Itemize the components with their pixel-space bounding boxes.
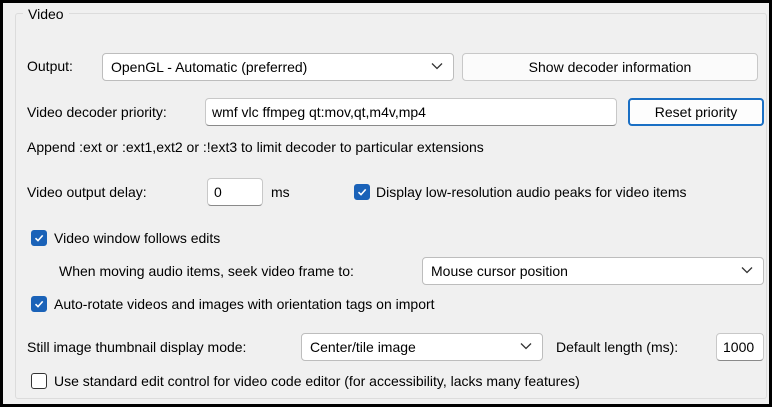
default-length-value: 1000	[723, 339, 755, 355]
default-length-label: Default length (ms):	[556, 339, 679, 355]
checkmark-icon	[34, 234, 44, 242]
output-delay-input[interactable]: 0	[207, 178, 263, 206]
output-select[interactable]: OpenGL - Automatic (preferred)	[102, 53, 454, 81]
reset-priority-label: Reset priority	[654, 104, 738, 120]
show-decoder-info-button[interactable]: Show decoder information	[462, 53, 758, 81]
output-select-value: OpenGL - Automatic (preferred)	[111, 59, 308, 75]
seek-frame-select[interactable]: Mouse cursor position	[422, 257, 764, 285]
output-delay-unit: ms	[271, 184, 290, 200]
standard-edit-control-checkbox[interactable]	[31, 373, 47, 389]
output-label: Output:	[27, 58, 73, 74]
thumbnail-mode-select-value: Center/tile image	[310, 339, 416, 355]
default-length-input[interactable]: 1000	[716, 333, 764, 361]
chevron-down-icon	[431, 63, 443, 70]
chevron-down-icon	[520, 343, 532, 350]
decoder-hint-text: Append :ext or :ext1,ext2 or :!ext3 to l…	[27, 139, 484, 155]
seek-frame-select-value: Mouse cursor position	[431, 263, 568, 279]
window-follows-edits-checkbox[interactable]	[31, 230, 47, 246]
thumbnail-mode-select[interactable]: Center/tile image	[301, 333, 543, 361]
low-res-peaks-checkbox[interactable]	[354, 184, 370, 200]
auto-rotate-checkbox[interactable]	[31, 296, 47, 312]
decoder-priority-label: Video decoder priority:	[27, 104, 167, 120]
checkmark-icon	[357, 188, 367, 196]
settings-panel: Video Output: OpenGL - Automatic (prefer…	[0, 0, 772, 407]
output-delay-value: 0	[214, 184, 222, 200]
show-decoder-info-label: Show decoder information	[528, 59, 692, 75]
group-title: Video	[23, 6, 69, 22]
chevron-down-icon	[741, 267, 753, 274]
output-delay-label: Video output delay:	[27, 184, 147, 200]
window-follows-edits-label[interactable]: Video window follows edits	[54, 230, 220, 246]
auto-rotate-label[interactable]: Auto-rotate videos and images with orien…	[54, 296, 435, 312]
decoder-priority-value: wmf vlc ffmpeg qt:mov,qt,m4v,mp4	[212, 104, 426, 120]
standard-edit-control-label[interactable]: Use standard edit control for video code…	[54, 373, 580, 389]
low-res-peaks-label[interactable]: Display low-resolution audio peaks for v…	[376, 184, 686, 200]
decoder-priority-input[interactable]: wmf vlc ffmpeg qt:mov,qt,m4v,mp4	[205, 98, 617, 126]
thumbnail-mode-label: Still image thumbnail display mode:	[27, 339, 247, 355]
checkmark-icon	[34, 300, 44, 308]
seek-frame-label: When moving audio items, seek video fram…	[59, 263, 354, 279]
reset-priority-button[interactable]: Reset priority	[628, 98, 764, 126]
